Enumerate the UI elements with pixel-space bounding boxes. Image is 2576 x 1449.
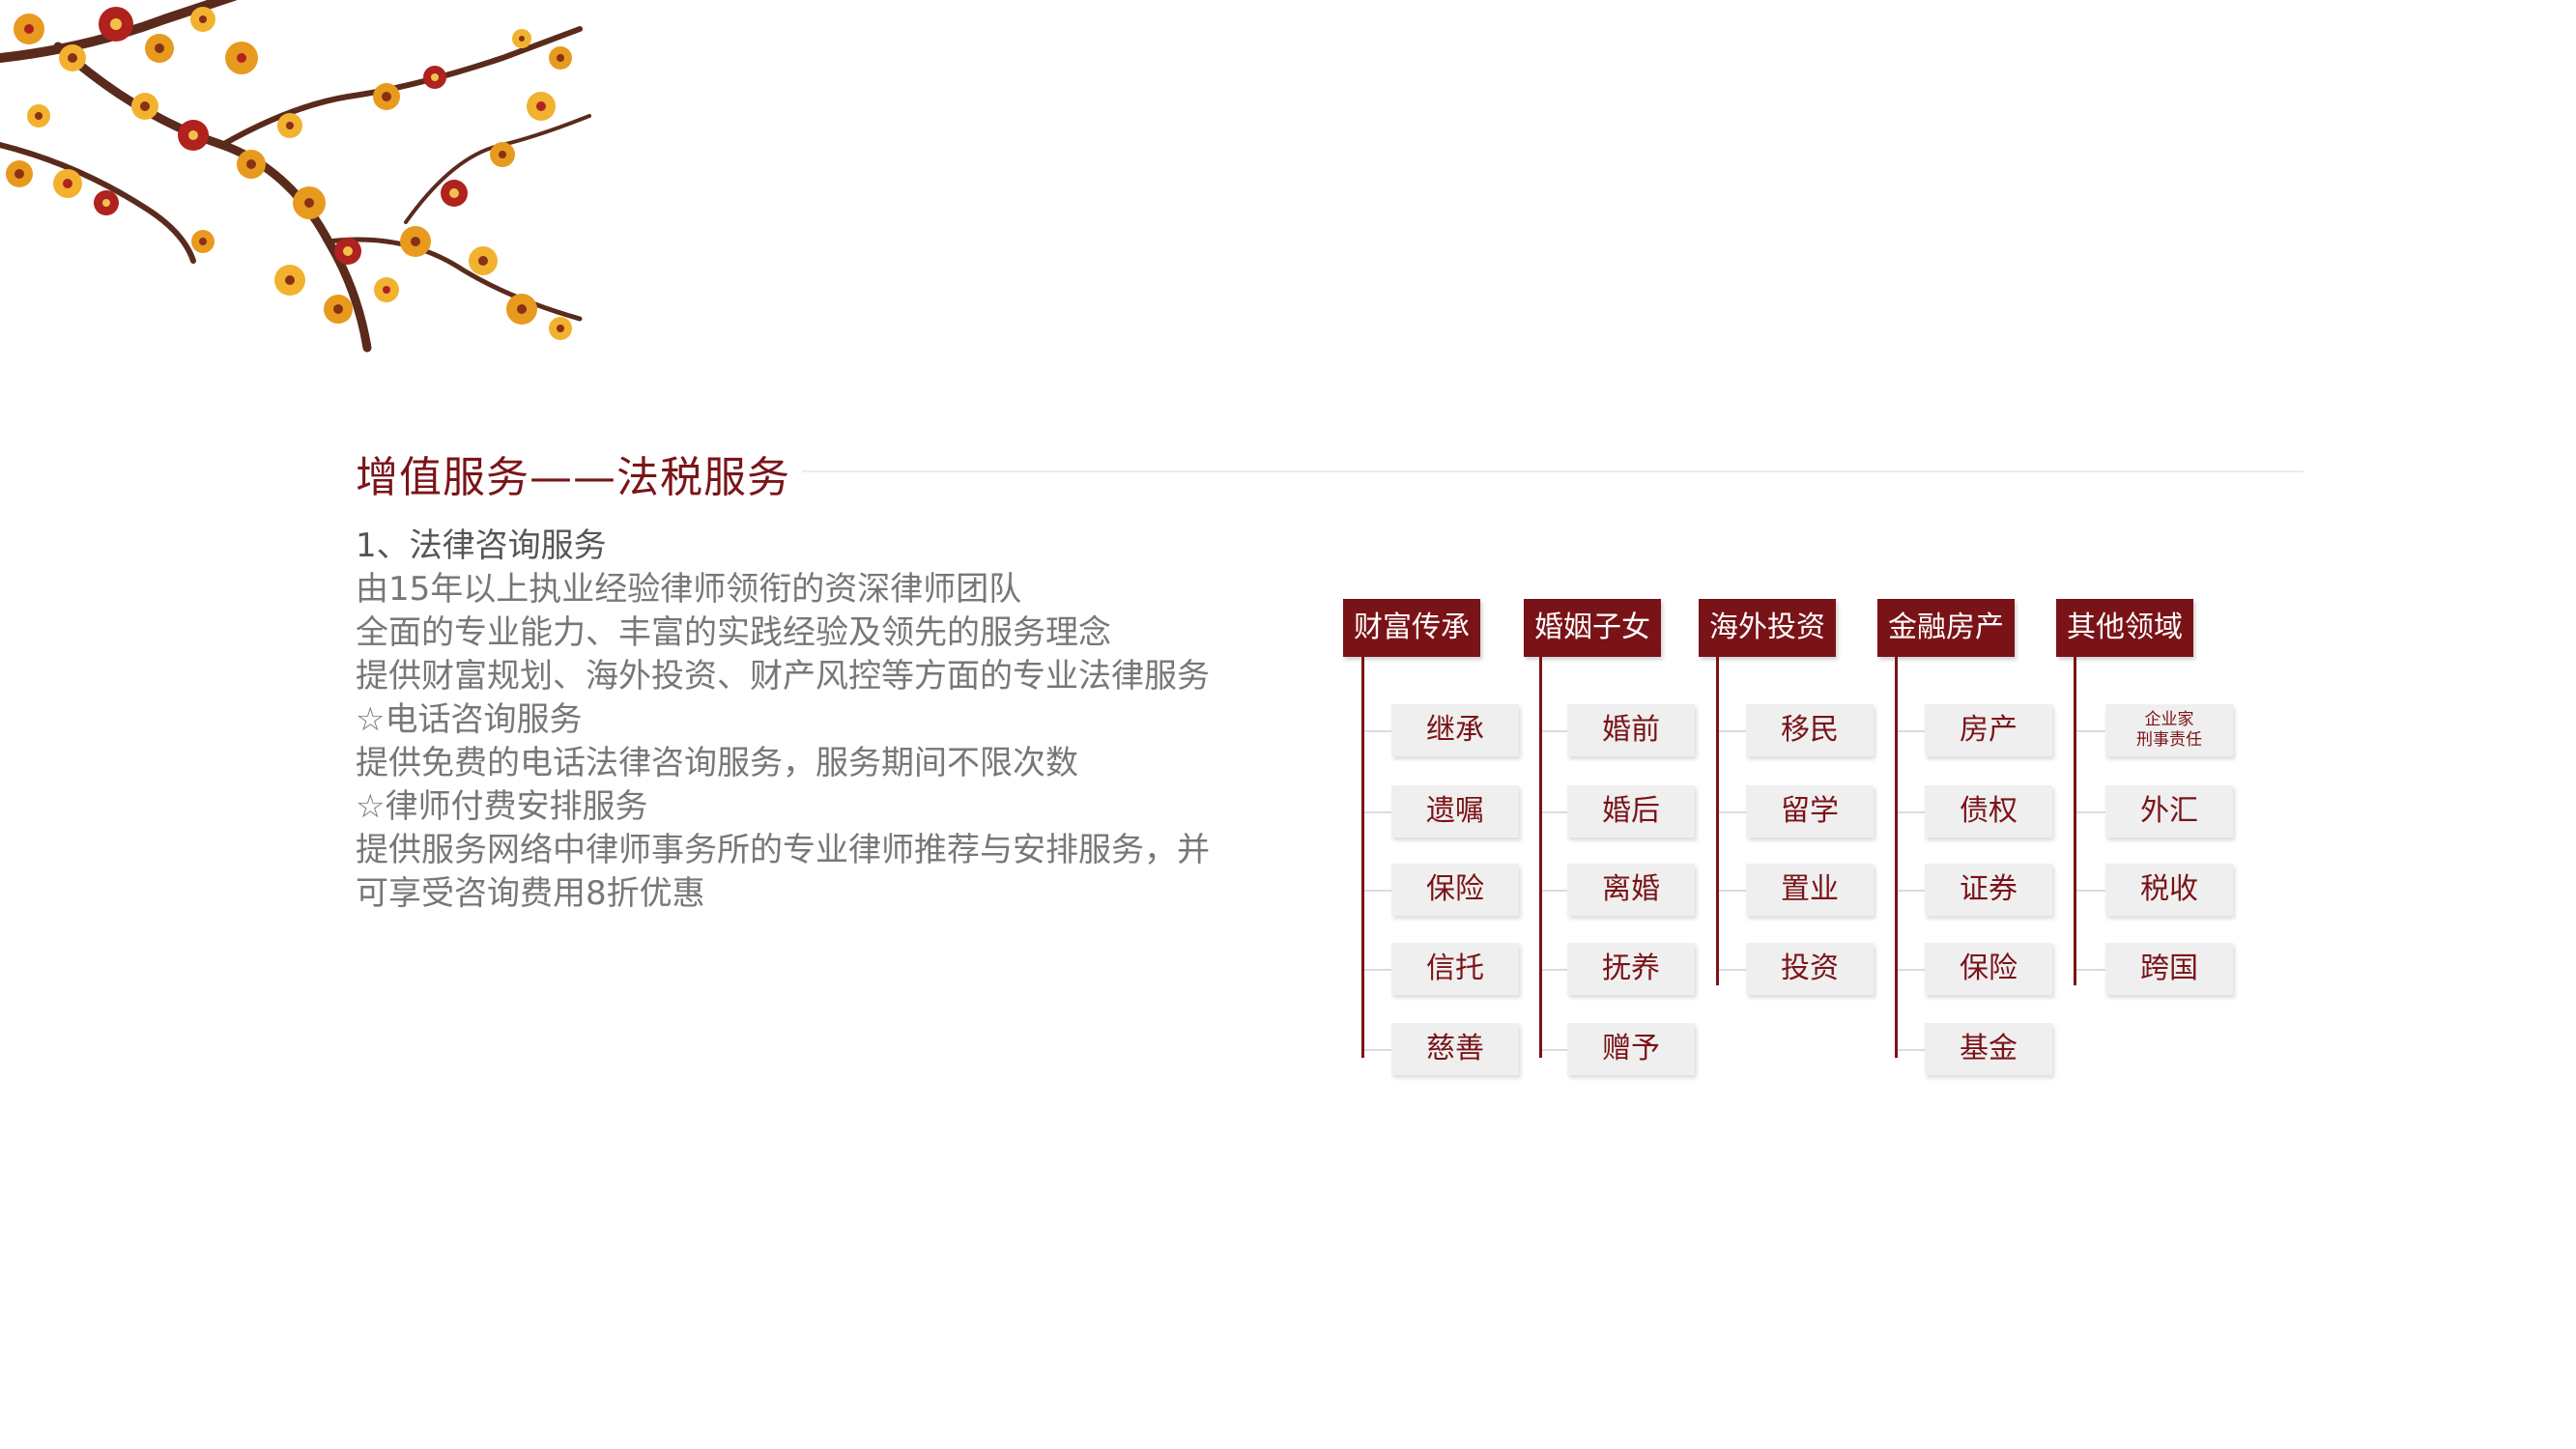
service-item: 慈善 [1391, 1023, 1519, 1075]
item-connector [1364, 811, 1391, 813]
service-item: 抚养 [1567, 943, 1695, 995]
category-connector [1539, 657, 1542, 1058]
page-title: 增值服务——法税服务 [356, 453, 790, 502]
item-connector [1719, 890, 1746, 892]
category-connector [1716, 657, 1719, 985]
item-connector [1719, 811, 1746, 813]
category-connector [1895, 657, 1898, 1058]
service-item: 债权 [1925, 785, 2052, 838]
service-item: 继承 [1391, 704, 1519, 756]
service-item: 赠予 [1567, 1023, 1695, 1075]
item-connector [2076, 969, 2105, 971]
description-line: 提供财富规划、海外投资、财产风控等方面的专业法律服务 [356, 657, 1210, 696]
section-heading: 1、法律咨询服务 [356, 526, 607, 565]
service-item: 税收 [2105, 864, 2233, 916]
description-line: ☆电话咨询服务 [356, 700, 583, 739]
title-divider [802, 470, 2304, 472]
item-connector [1898, 811, 1925, 813]
item-connector [1364, 730, 1391, 732]
item-connector [1364, 969, 1391, 971]
item-connector [1898, 1049, 1925, 1051]
item-connector [1719, 730, 1746, 732]
description-line: ☆律师付费安排服务 [356, 787, 648, 826]
service-item: 保险 [1925, 943, 2052, 995]
item-connector [1898, 969, 1925, 971]
service-description: 1、法律咨询服务 由15年以上执业经验律师领衔的资深律师团队 全面的专业能力、丰… [356, 525, 1254, 916]
service-item: 跨国 [2105, 943, 2233, 995]
item-connector [1898, 890, 1925, 892]
item-connector [1364, 1049, 1391, 1051]
category-overseas-investment: 海外投资 [1699, 599, 1836, 657]
item-connector [1719, 969, 1746, 971]
item-connector [1542, 890, 1567, 892]
category-marriage-children: 婚姻子女 [1524, 599, 1661, 657]
service-item: 置业 [1746, 864, 1874, 916]
service-item: 外汇 [2105, 785, 2233, 838]
service-item: 遗嘱 [1391, 785, 1519, 838]
service-item: 房产 [1925, 704, 2052, 756]
service-item: 婚前 [1567, 704, 1695, 756]
service-item: 移民 [1746, 704, 1874, 756]
service-item: 证券 [1925, 864, 2052, 916]
service-item: 离婚 [1567, 864, 1695, 916]
service-item: 婚后 [1567, 785, 1695, 838]
category-finance-property: 金融房产 [1877, 599, 2015, 657]
category-connector [2074, 657, 2076, 985]
item-connector [1542, 730, 1567, 732]
item-connector [1542, 1049, 1567, 1051]
service-item: 保险 [1391, 864, 1519, 916]
item-connector [2076, 730, 2105, 732]
category-other-fields: 其他领域 [2056, 599, 2193, 657]
item-connector [1364, 890, 1391, 892]
service-item: 信托 [1391, 943, 1519, 995]
item-connector [1542, 811, 1567, 813]
service-item: 留学 [1746, 785, 1874, 838]
item-connector [1898, 730, 1925, 732]
item-connector [2076, 890, 2105, 892]
description-line: 可享受咨询费用8折优惠 [356, 874, 705, 913]
item-connector [1542, 969, 1567, 971]
description-line: 提供服务网络中律师事务所的专业律师推荐与安排服务，并 [356, 831, 1210, 869]
service-item: 企业家 刑事责任 [2105, 704, 2233, 756]
description-line: 提供免费的电话法律咨询服务，服务期间不限次数 [356, 744, 1078, 782]
service-item: 基金 [1925, 1023, 2052, 1075]
item-connector [2076, 811, 2105, 813]
plum-blossom-decoration [0, 0, 591, 353]
description-line: 由15年以上执业经验律师领衔的资深律师团队 [356, 570, 1022, 609]
category-wealth-inheritance: 财富传承 [1343, 599, 1480, 657]
category-connector [1361, 657, 1364, 1058]
description-line: 全面的专业能力、丰富的实践经验及领先的服务理念 [356, 613, 1111, 652]
service-item: 投资 [1746, 943, 1874, 995]
